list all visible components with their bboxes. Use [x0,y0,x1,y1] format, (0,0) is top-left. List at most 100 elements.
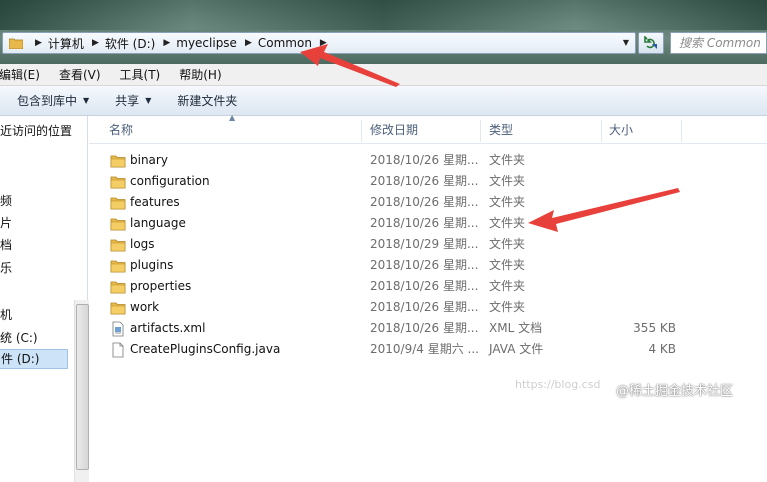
chevron-down-icon[interactable]: ▼ [619,36,633,50]
file-date: 2010/9/4 星期六 ... [370,342,479,356]
column-name[interactable]: 名称 [109,116,133,144]
nav-item-drive-c[interactable]: 统 (C:) [0,329,38,346]
chevron-right-icon[interactable]: ▶ [320,38,327,48]
breadcrumb-common[interactable]: Common [258,36,312,50]
nav-item-music[interactable]: 乐 [0,259,12,276]
new-folder-button[interactable]: 新建文件夹 [177,92,237,109]
titlebar-blur [0,0,767,30]
file-row[interactable]: artifacts.xml 2018/10/26 星期... XML 文档 355 K… [89,318,767,339]
column-divider[interactable] [601,120,602,142]
menu-view[interactable]: 查看(V) [59,66,101,83]
chevron-right-icon[interactable]: ▶ [35,38,42,48]
file-name[interactable]: binary [130,150,168,171]
file-size: 4 KB [648,342,676,356]
folder-icon [110,237,126,253]
file-name[interactable]: language [130,213,186,234]
file-date: 2018/10/26 星期... [370,195,479,209]
column-date[interactable]: 修改日期 [370,116,418,144]
command-bar: 包含到库中 ▼ 共享 ▼ 新建文件夹 [0,86,767,116]
chevron-right-icon[interactable]: ▶ [92,38,99,48]
folder-icon [110,300,126,316]
chevron-down-icon: ▼ [83,96,90,105]
file-type: 文件夹 [489,153,526,167]
file-name[interactable]: features [130,192,180,213]
file-name[interactable]: CreatePluginsConfig.java [130,339,280,360]
refresh-icon [644,36,657,49]
file-row[interactable]: language 2018/10/26 星期... 文件夹 [89,213,767,234]
file-name[interactable]: plugins [130,255,173,276]
column-divider[interactable] [480,120,481,142]
folder-icon [110,195,126,211]
file-type: 文件夹 [489,174,526,188]
file-row[interactable]: logs 2018/10/29 星期... 文件夹 [89,234,767,255]
chevron-right-icon[interactable]: ▶ [163,38,170,48]
folder-icon [110,174,126,190]
folder-icon [110,279,126,295]
nav-item-documents[interactable]: 档 [0,236,12,253]
xml-file-icon [110,321,126,337]
folder-icon [110,258,126,274]
search-input[interactable]: 搜索 Common [670,32,767,54]
include-in-library-label: 包含到库中 [17,94,78,108]
chevron-right-icon[interactable]: ▶ [245,38,252,48]
column-type[interactable]: 类型 [489,116,513,144]
file-type: XML 文档 [489,321,543,335]
nav-item-drive-d[interactable]: 件 (D:) [0,349,68,369]
breadcrumb-myeclipse[interactable]: myeclipse [176,36,237,50]
file-date: 2018/10/26 星期... [370,258,479,272]
menu-edit[interactable]: 编辑(E) [0,66,40,83]
nav-scrollbar-thumb[interactable] [76,304,89,470]
file-row[interactable]: plugins 2018/10/26 星期... 文件夹 [89,255,767,276]
file-type: 文件夹 [489,279,526,293]
file-date: 2018/10/26 星期... [370,279,479,293]
nav-item-pictures[interactable]: 片 [0,214,12,231]
file-type: JAVA 文件 [489,342,544,356]
nav-scrollbar[interactable] [74,300,89,482]
file-type: 文件夹 [489,216,526,230]
file-row[interactable]: features 2018/10/26 星期... 文件夹 [89,192,767,213]
file-row[interactable]: properties 2018/10/26 星期... 文件夹 [89,276,767,297]
file-type: 文件夹 [489,237,526,251]
refresh-button[interactable] [638,32,664,54]
java-file-icon [110,342,126,358]
breadcrumb-drive-d[interactable]: 软件 (D:) [105,35,155,52]
menu-tools[interactable]: 工具(T) [120,66,161,83]
column-divider[interactable] [361,120,362,142]
file-date: 2018/10/26 星期... [370,300,479,314]
chevron-down-icon: ▼ [145,96,152,105]
file-size: 355 KB [633,321,676,335]
include-in-library-button[interactable]: 包含到库中 ▼ [17,92,89,109]
file-name[interactable]: artifacts.xml [130,318,205,339]
file-list: ▲ 名称 修改日期 类型 大小 binary 2018/10/26 星期... 文件… [89,113,767,406]
file-type: 文件夹 [489,258,526,272]
column-divider[interactable] [681,120,682,142]
file-name[interactable]: logs [130,234,155,255]
nav-item-videos[interactable]: 频 [0,192,12,209]
file-date: 2018/10/26 星期... [370,174,479,188]
share-label: 共享 [115,94,140,108]
breadcrumb-computer[interactable]: 计算机 [48,35,84,52]
address-bar[interactable]: ▶ 计算机 ▶ 软件 (D:) ▶ myeclipse ▶ Common ▶ ▼ [2,32,636,54]
navigation-pane: 近访问的位置 频 片 档 乐 机 统 (C:) 件 (D:) [0,116,89,482]
file-date: 2018/10/29 星期... [370,237,479,251]
file-name[interactable]: work [130,297,159,318]
brand-watermark: @稀土掘金技术社区 [616,384,734,399]
column-size[interactable]: 大小 [609,116,633,144]
nav-item-computer[interactable]: 机 [0,306,12,323]
column-header: ▲ 名称 修改日期 类型 大小 [89,113,767,144]
nav-item-recent[interactable]: 近访问的位置 [0,122,72,139]
folder-icon [9,38,23,49]
menu-help[interactable]: 帮助(H) [179,66,221,83]
folder-icon [110,153,126,169]
file-date: 2018/10/26 星期... [370,321,479,335]
file-name[interactable]: configuration [130,171,210,192]
file-name[interactable]: properties [130,276,191,297]
file-type: 文件夹 [489,195,526,209]
folder-icon [110,216,126,232]
file-row[interactable]: binary 2018/10/26 星期... 文件夹 [89,150,767,171]
file-row[interactable]: work 2018/10/26 星期... 文件夹 [89,297,767,318]
file-row[interactable]: CreatePluginsConfig.java 2010/9/4 星期六 ...… [89,339,767,360]
file-row[interactable]: configuration 2018/10/26 星期... 文件夹 [89,171,767,192]
watermark-url: https://blog.csd [515,378,601,391]
share-button[interactable]: 共享 ▼ [115,92,151,109]
